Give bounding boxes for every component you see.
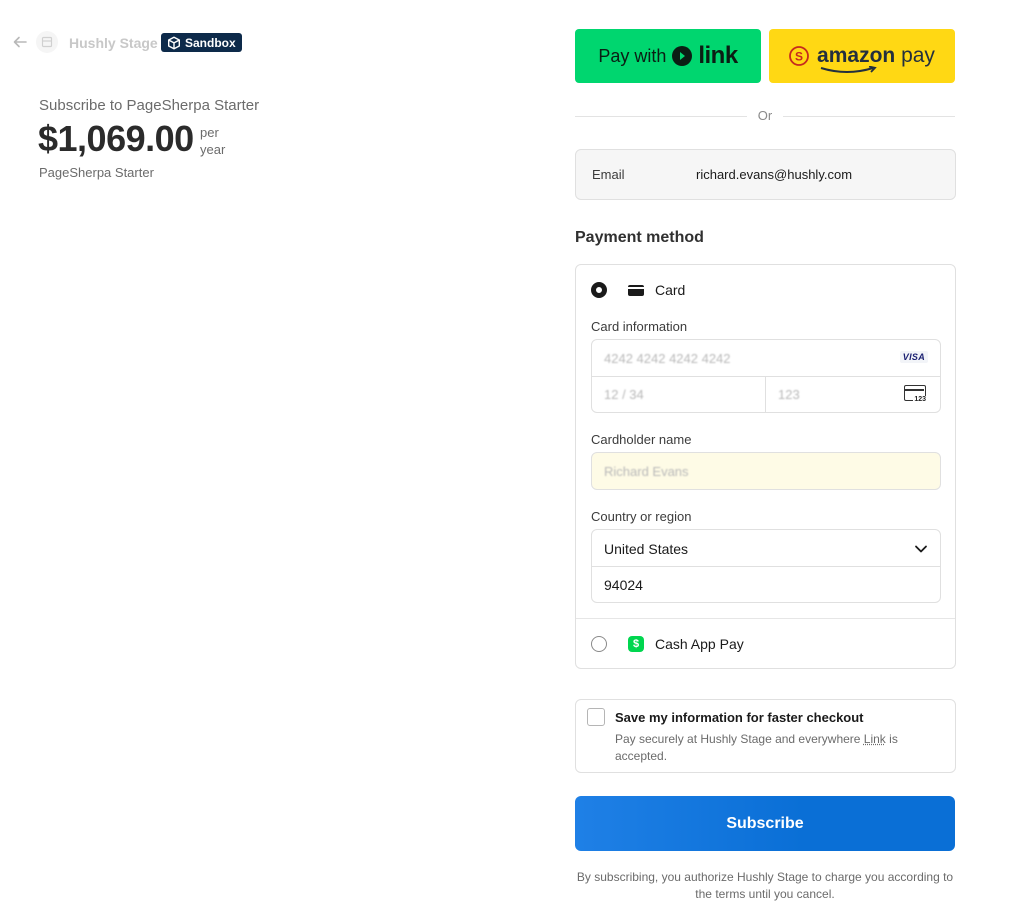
- card-option-label[interactable]: Card: [655, 282, 685, 298]
- billing-period-line1: per: [200, 125, 219, 140]
- terms-text: By subscribing, you authorize Hushly Sta…: [576, 870, 954, 901]
- save-info-description: Pay securely at Hushly Stage and everywh…: [615, 731, 935, 765]
- link-play-icon: [672, 46, 693, 66]
- save-info-box: Save my information for faster checkout …: [575, 699, 956, 773]
- cardholder-label: Cardholder name: [591, 432, 692, 447]
- cashapp-radio[interactable]: [591, 636, 607, 652]
- sandbox-badge: Sandbox: [161, 33, 242, 52]
- save-desc-before: Pay securely at Hushly Stage and everywh…: [615, 732, 864, 746]
- billing-period-line2: year: [200, 142, 226, 157]
- save-info-title[interactable]: Save my information for faster checkout: [615, 710, 864, 725]
- card-information-group: 4242 4242 4242 4242 VISA 12 / 34 123 123: [591, 339, 941, 413]
- svg-text:S: S: [795, 50, 803, 64]
- card-number-input[interactable]: 4242 4242 4242 4242 VISA: [592, 340, 940, 377]
- card-number-value: 4242 4242 4242 4242: [604, 351, 731, 366]
- store-icon: [41, 36, 53, 48]
- country-label: Country or region: [591, 509, 692, 524]
- cvc-value: 123: [778, 387, 800, 402]
- cvc-card-icon: 123: [904, 385, 927, 403]
- zip-input[interactable]: 94024: [592, 566, 940, 602]
- billing-period: per year: [200, 124, 225, 158]
- zip-value: 94024: [604, 577, 643, 593]
- or-label: Or: [757, 108, 773, 123]
- amazon-coin-icon: S: [789, 46, 809, 66]
- pay-with-link-button[interactable]: Pay with link: [575, 29, 761, 83]
- amazon-pay-logo: amazon pay: [817, 44, 935, 73]
- email-label: Email: [592, 167, 625, 182]
- amazon-pay-button[interactable]: S amazon pay: [769, 29, 955, 83]
- cashapp-option-label[interactable]: Cash App Pay: [655, 636, 744, 652]
- link-button-prefix: Pay with: [598, 45, 667, 66]
- email-field[interactable]: Email richard.evans@hushly.com: [575, 149, 956, 200]
- order-summary-pane: Hushly Stage Sandbox Subscribe to PageSh…: [0, 0, 494, 908]
- country-select[interactable]: United States: [592, 530, 940, 567]
- subscribe-button[interactable]: Subscribe: [575, 796, 955, 851]
- save-info-checkbox[interactable]: [587, 708, 605, 726]
- email-value[interactable]: richard.evans@hushly.com: [696, 167, 852, 182]
- card-radio[interactable]: [591, 282, 607, 298]
- payment-option-divider: [576, 618, 955, 619]
- expiry-input[interactable]: 12 / 34: [592, 376, 766, 412]
- cardholder-name-input[interactable]: Richard Evans: [591, 452, 941, 490]
- back-arrow-icon[interactable]: [12, 34, 28, 50]
- amazon-wordmark: amazon: [817, 44, 896, 67]
- chevron-down-icon: [915, 545, 927, 553]
- or-divider: Or: [575, 107, 955, 125]
- link-brand-text: link: [698, 42, 738, 69]
- card-info-label: Card information: [591, 319, 688, 334]
- cube-icon: [168, 36, 180, 49]
- amazon-smile-icon: [820, 66, 877, 73]
- sandbox-label: Sandbox: [185, 35, 236, 50]
- cvc-input[interactable]: 123 123: [766, 376, 940, 412]
- link-info-link[interactable]: Link: [864, 732, 886, 746]
- merchant-name: Hushly Stage: [69, 35, 158, 51]
- merchant-logo: [36, 31, 58, 53]
- credit-card-icon: [628, 285, 644, 296]
- expiry-value: 12 / 34: [604, 387, 644, 402]
- cashapp-icon: $: [628, 636, 644, 652]
- cardholder-name-value: Richard Evans: [604, 464, 689, 479]
- product-name: PageSherpa Starter: [39, 165, 154, 180]
- amazon-pay-word: pay: [901, 44, 935, 67]
- billing-address-group: United States 94024: [591, 529, 941, 603]
- price-amount: $1,069.00: [38, 118, 194, 159]
- visa-brand-icon: VISA: [899, 351, 928, 363]
- payment-method-list: Card Card information 4242 4242 4242 424…: [575, 264, 956, 669]
- country-value: United States: [604, 541, 689, 557]
- payment-method-title: Payment method: [575, 229, 704, 246]
- subscribe-heading: Subscribe to PageSherpa Starter: [39, 97, 260, 114]
- cvc-icon-number: 123: [913, 396, 927, 403]
